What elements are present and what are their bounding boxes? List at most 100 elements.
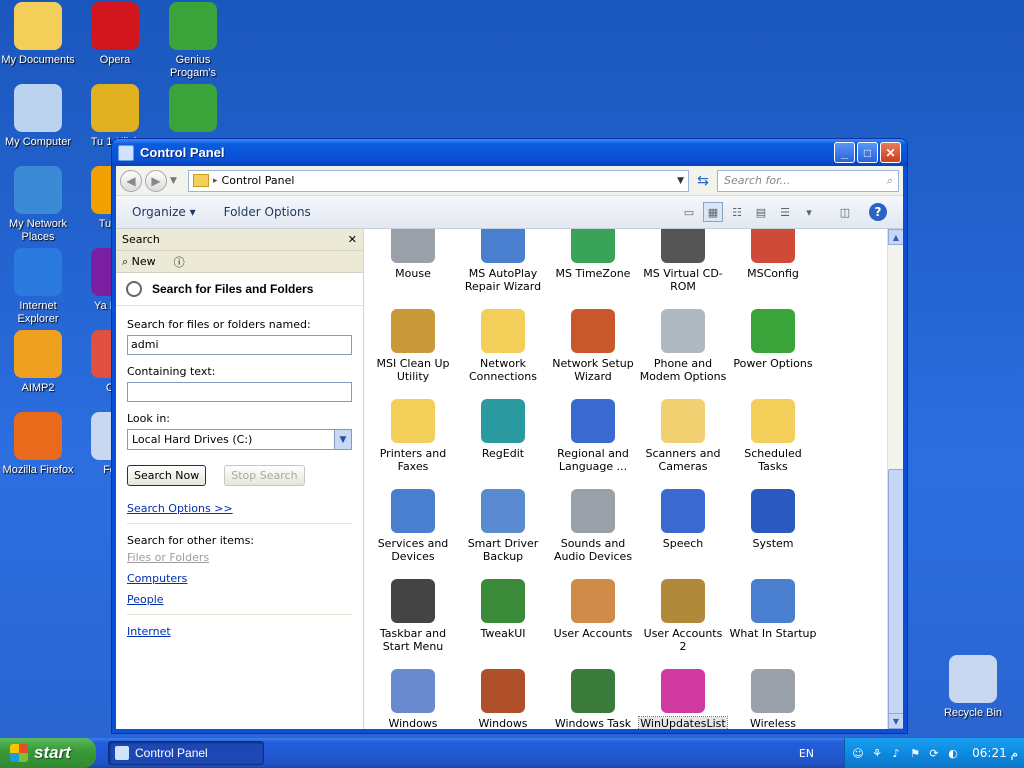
desktop-icon-internet-explorer[interactable]: Internet Explorer [0, 248, 76, 326]
cp-item[interactable]: Network Setup Wizard [548, 307, 638, 397]
look-in-label: Look in: [127, 412, 170, 425]
cp-item[interactable]: Wireless Network [728, 667, 818, 729]
help-icon[interactable]: ⓘ [174, 254, 185, 270]
view-icons-icon[interactable]: ☷ [727, 202, 747, 222]
desktop-icon-aimp[interactable]: AIMP2 [0, 330, 76, 395]
close-pane-icon[interactable]: ✕ [348, 233, 357, 246]
search-input[interactable]: Search for... ⌕ [717, 169, 899, 192]
view-list-icon[interactable]: ▤ [751, 202, 771, 222]
search-options-link[interactable]: Search Options >> [127, 502, 352, 515]
close-button[interactable]: ✕ [880, 142, 901, 163]
containing-text-field[interactable] [127, 382, 352, 402]
new-search-button[interactable]: ⌕ New [122, 255, 156, 269]
cp-item[interactable]: Network Connections [458, 307, 548, 397]
desktop-icon-network-places[interactable]: My Network Places [0, 166, 76, 244]
messenger-tray-icon[interactable]: ☺ [851, 746, 865, 760]
cp-item[interactable]: Windows Firewall [458, 667, 548, 729]
system-icon [751, 489, 795, 533]
cp-item[interactable]: Printers and Faxes [368, 397, 458, 487]
cp-item[interactable]: TweakUI [458, 577, 548, 667]
breadcrumb-arrow-icon[interactable]: ▸ [213, 176, 218, 186]
refresh-icon[interactable]: ⇆ [693, 173, 713, 189]
address-dropdown-icon[interactable]: ▼ [677, 176, 684, 186]
vertical-scrollbar[interactable]: ▲ ▼ [887, 229, 903, 729]
file-name-field[interactable]: admi [127, 335, 352, 355]
desktop-icon-folder-documents[interactable]: My Documents [0, 2, 76, 67]
recent-pages-icon[interactable]: ▼ [170, 176, 182, 186]
computers-link[interactable]: Computers [127, 572, 352, 585]
cp-item[interactable]: Scheduled Tasks [728, 397, 818, 487]
view-details-icon[interactable]: ☰ [775, 202, 795, 222]
cp-item[interactable]: Regional and Language ... [548, 397, 638, 487]
scroll-down-icon[interactable]: ▼ [888, 713, 903, 729]
search-icon[interactable]: ⌕ [886, 174, 892, 188]
folder-options-button[interactable]: Folder Options [224, 205, 311, 219]
cp-item[interactable]: Sounds and Audio Devices [548, 487, 638, 577]
cp-item-label: RegEdit [481, 447, 525, 460]
cp-item[interactable]: Mouse [368, 229, 458, 307]
address-field[interactable]: ▸ Control Panel ▼ [188, 169, 689, 192]
cp-item-label: Network Connections [469, 357, 537, 383]
view-tiles-icon[interactable]: ▦ [703, 202, 723, 222]
cp-item[interactable]: Phone and Modem Options [638, 307, 728, 397]
cp-item[interactable]: Services and Devices [368, 487, 458, 577]
scanner-camera-icon [661, 399, 705, 443]
containing-text-label: Containing text: [127, 365, 216, 378]
cp-item[interactable]: User Accounts [548, 577, 638, 667]
cp-item[interactable]: MS AutoPlay Repair Wizard [458, 229, 548, 307]
cp-item[interactable]: Scanners and Cameras [638, 397, 728, 487]
update-tray-icon[interactable]: ⟳ [927, 746, 941, 760]
network-tray-icon[interactable]: ⚘ [870, 746, 884, 760]
cp-item[interactable]: MS Virtual CD-ROM [638, 229, 728, 307]
cp-item[interactable]: Smart Driver Backup [458, 487, 548, 577]
cp-item-label: Network Setup Wizard [552, 357, 634, 383]
cp-item[interactable]: What In Startup [728, 577, 818, 667]
cp-item[interactable]: Taskbar and Start Menu [368, 577, 458, 667]
security-tray-icon[interactable]: ⚑ [908, 746, 922, 760]
desktop-icon-genius-program[interactable]: Genius Progam's [155, 2, 231, 80]
maximize-button[interactable]: □ [857, 142, 878, 163]
cp-item[interactable]: Windows [368, 667, 458, 729]
search-placeholder: Search for... [724, 174, 791, 187]
organize-button[interactable]: Organize ▾ [132, 205, 196, 219]
cp-item[interactable]: User Accounts 2 [638, 577, 728, 667]
cp-item[interactable]: Windows Task [548, 667, 638, 729]
look-in-select[interactable]: Local Hard Drives (C:) ▼ [127, 429, 352, 450]
search-now-button[interactable]: Search Now [127, 465, 207, 486]
title-bar[interactable]: Control Panel _ □ ✕ [112, 139, 907, 166]
cp-item-label: Smart Driver Backup [467, 537, 539, 563]
cp-item[interactable]: WinUpdatesList [638, 667, 728, 729]
forward-button[interactable]: ▶ [145, 169, 167, 192]
cp-item[interactable]: Speech [638, 487, 728, 577]
volume-icon[interactable]: ♪ [889, 746, 903, 760]
desktop-icon-opera[interactable]: Opera [77, 2, 153, 67]
tray-app-icon[interactable]: ◐ [946, 746, 960, 760]
cp-item[interactable]: System [728, 487, 818, 577]
desktop-icon-firefox[interactable]: Mozilla Firefox [0, 412, 76, 477]
cp-item[interactable]: RegEdit [458, 397, 548, 487]
internet-link[interactable]: Internet [127, 625, 352, 638]
cp-item[interactable]: Power Options [728, 307, 818, 397]
cp-item[interactable]: MSConfig [728, 229, 818, 307]
start-button[interactable]: start [0, 738, 96, 768]
cp-item[interactable]: MSI Clean Up Utility [368, 307, 458, 397]
files-or-folders-link[interactable]: Files or Folders [127, 551, 352, 564]
power-options-icon [751, 309, 795, 353]
scroll-thumb[interactable] [888, 469, 903, 719]
desktop-icon-recycle-bin[interactable]: Recycle Bin [935, 655, 1011, 720]
chevron-down-icon[interactable]: ▼ [334, 430, 351, 449]
back-button[interactable]: ◀ [120, 169, 142, 192]
desktop-icon-download-manager[interactable] [155, 84, 231, 136]
stop-search-button[interactable]: Stop Search [224, 465, 305, 486]
desktop-icon-computer[interactable]: My Computer [0, 84, 76, 149]
people-link[interactable]: People [127, 593, 352, 606]
preview-pane-icon[interactable]: ◫ [835, 202, 855, 222]
taskbar-item-control-panel[interactable]: Control Panel [108, 741, 264, 765]
view-thumbnails-icon[interactable]: ▭ [679, 202, 699, 222]
view-dropdown-icon[interactable]: ▾ [799, 202, 819, 222]
language-indicator[interactable]: EN [799, 747, 814, 760]
minimize-button[interactable]: _ [834, 142, 855, 163]
cp-item[interactable]: MS TimeZone [548, 229, 638, 307]
scroll-up-icon[interactable]: ▲ [888, 229, 903, 245]
help-icon[interactable]: ? [869, 203, 887, 221]
